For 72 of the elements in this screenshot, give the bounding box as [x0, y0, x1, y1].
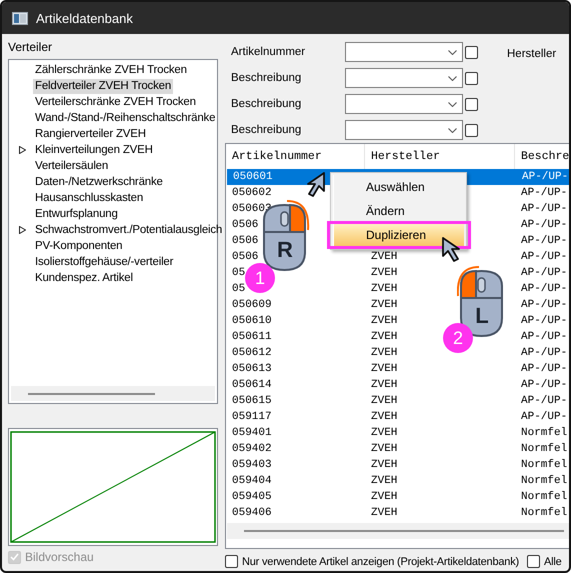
table-cell: ZVEH	[371, 459, 398, 471]
table-cell: 050609	[232, 299, 272, 311]
table-cell: AP-/UP-	[522, 171, 568, 183]
table-cell: 0506	[232, 235, 258, 247]
table-cell: AP-/UP-	[521, 331, 568, 343]
table-cell: AP-/UP-	[521, 347, 568, 359]
table-cell: AP-/UP-	[521, 267, 568, 279]
table-cell: 050610	[232, 315, 272, 327]
table-cell: 059404	[232, 475, 272, 487]
table-cell: AP-/UP-	[521, 187, 568, 199]
table-cell: ZVEH	[371, 475, 398, 487]
table-cell: AP-/UP-	[521, 315, 568, 327]
table-cell: Normfel	[521, 443, 568, 455]
field-label: Hersteller	[507, 48, 556, 62]
table-cell: AP-/UP-	[521, 251, 568, 263]
table-cell: ZVEH	[371, 411, 398, 423]
table-cell: 050614	[232, 379, 272, 391]
table-cell: ZVEH	[371, 379, 398, 391]
table-cell: AP-/UP-	[521, 283, 568, 295]
field-label: Beschreibung	[230, 98, 302, 110]
checkbox-label: Alle	[544, 556, 562, 568]
table-cell: 050613	[232, 363, 272, 375]
table-cell: 050612	[232, 347, 272, 359]
table-cell: AP-/UP-	[521, 411, 568, 423]
table-cell: ZVEH	[371, 251, 398, 263]
table-cell: ZVEH	[371, 443, 398, 455]
table-cell: 050601	[233, 171, 273, 183]
table-cell: ZVEH	[371, 267, 398, 279]
table-cell: 059402	[232, 443, 272, 455]
table-cell: AP-/UP-	[521, 379, 568, 391]
table-cell: 050611	[232, 331, 272, 343]
table-cell: 0506	[232, 219, 258, 231]
table-cell: ZVEH	[371, 315, 398, 327]
table-cell: ZVEH	[371, 347, 398, 359]
table-cell: ZVEH	[371, 395, 398, 407]
table-cell: ZVEH	[371, 507, 398, 519]
table-cell: AP-/UP-	[521, 363, 568, 375]
field-label: Beschreibung	[230, 72, 302, 84]
window-title: Artikeldatenbank	[36, 10, 133, 26]
table-cell: 05	[232, 283, 246, 295]
checkbox-label: Nur verwendete Artikel anzeigen (Projekt-Artikeldatenbank)	[242, 556, 519, 568]
table-cell: 059403	[232, 459, 272, 471]
table-cell: 05	[232, 267, 246, 279]
table-cell: Normfel	[521, 507, 568, 519]
table-cell: AP-/UP-	[521, 219, 568, 231]
table-cell: AP-/UP-	[521, 235, 568, 247]
button-letter: R	[276, 238, 294, 262]
table-cell: 059117	[232, 411, 272, 423]
field-label: Artikelnummer	[230, 46, 306, 58]
checkbox-label: Bildvorschau	[25, 550, 94, 564]
table-cell: 0506	[232, 251, 258, 263]
table-cell: ZVEH	[371, 331, 398, 343]
table-cell: ZVEH	[371, 363, 398, 375]
table-cell: Normfel	[521, 459, 568, 471]
table-cell: 059405	[232, 491, 272, 503]
table-cell: 050615	[232, 395, 272, 407]
table-cell: AP-/UP-	[521, 299, 568, 311]
table-cell: 050602	[232, 187, 272, 199]
table-cell: Normfel	[521, 427, 568, 439]
table-cell: 059406	[232, 507, 272, 519]
table-cell: AP-/UP-	[521, 395, 568, 407]
button-letter: L	[474, 304, 490, 328]
table-cell: ZVEH	[371, 283, 398, 295]
table-cell: 059401	[232, 427, 272, 439]
table-cell: Normfel	[521, 475, 568, 487]
table-cell: Normfel	[521, 491, 568, 503]
field-label: Beschreibung	[230, 124, 302, 136]
section-label: Verteiler	[8, 40, 54, 54]
table-cell: AP-/UP-	[521, 203, 568, 215]
table-cell: ZVEH	[371, 427, 398, 439]
table-cell: ZVEH	[371, 299, 398, 311]
table-cell: ZVEH	[371, 491, 398, 503]
